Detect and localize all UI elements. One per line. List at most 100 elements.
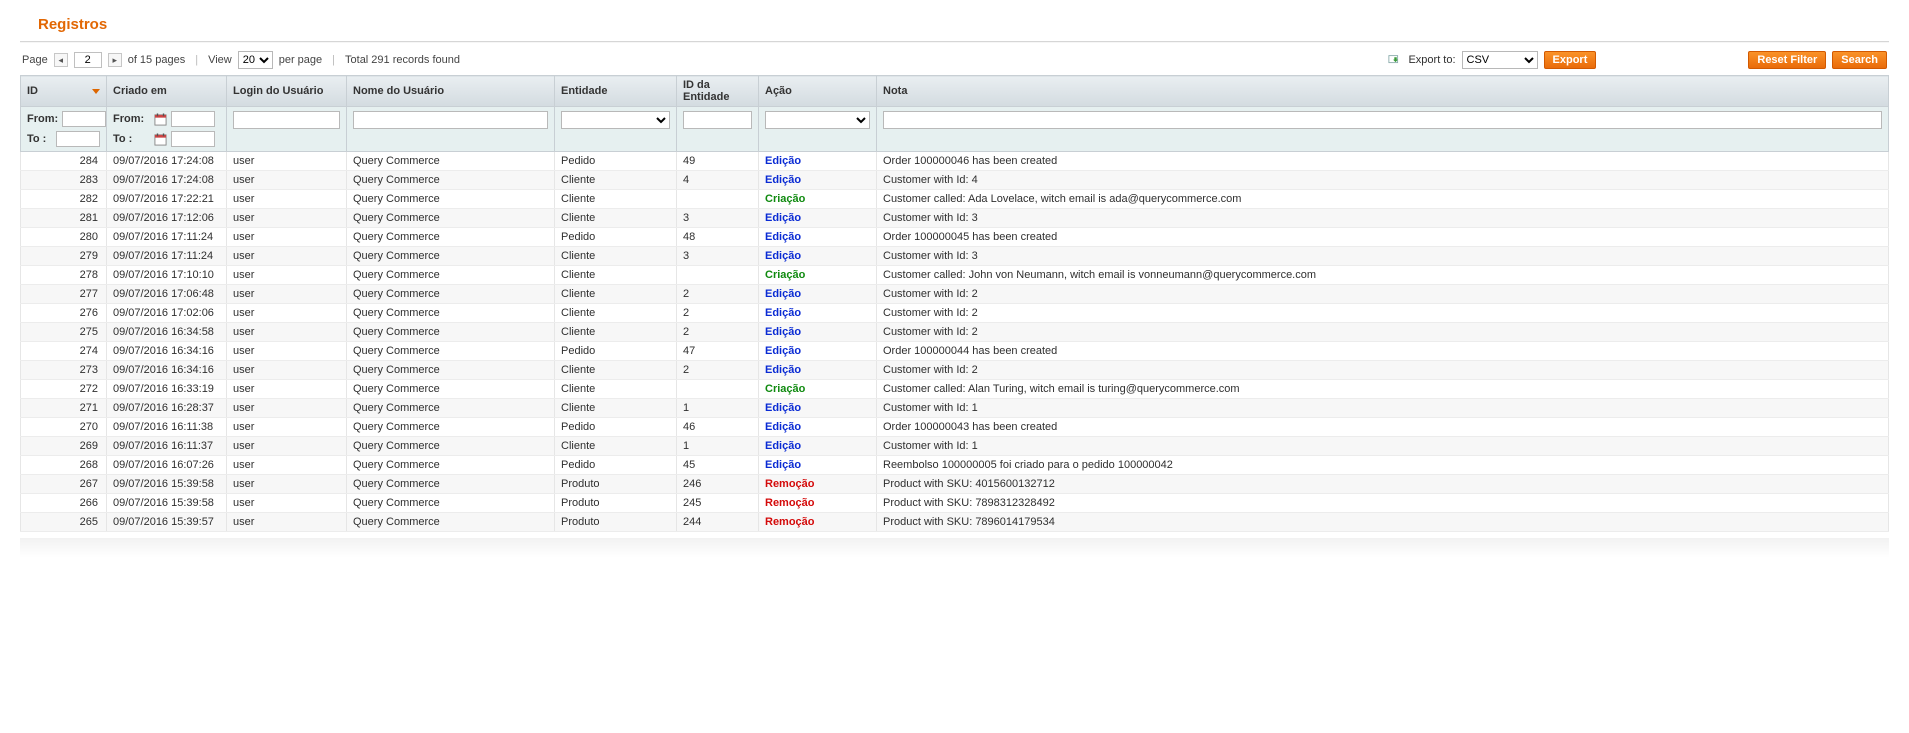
- cell-entity: Cliente: [555, 171, 677, 190]
- cell-id: 276: [21, 304, 107, 323]
- filter-entity-select[interactable]: [561, 111, 670, 129]
- cell-note: Product with SKU: 7898312328492: [877, 494, 1889, 513]
- col-header-id[interactable]: ID: [21, 76, 107, 107]
- cell-id: 268: [21, 456, 107, 475]
- reset-filter-button[interactable]: Reset Filter: [1748, 51, 1826, 69]
- filter-date-to-input[interactable]: [171, 131, 215, 147]
- page-next-button[interactable]: ▸: [108, 53, 122, 67]
- cell-name: Query Commerce: [347, 399, 555, 418]
- cell-id: 283: [21, 171, 107, 190]
- cell-entity: Cliente: [555, 247, 677, 266]
- table-row[interactable]: 26809/07/2016 16:07:26userQuery Commerce…: [21, 456, 1889, 475]
- separator: |: [191, 54, 202, 66]
- cell-note: Product with SKU: 7896014179534: [877, 513, 1889, 532]
- table-row[interactable]: 27709/07/2016 17:06:48userQuery Commerce…: [21, 285, 1889, 304]
- cell-created: 09/07/2016 17:10:10: [107, 266, 227, 285]
- sort-desc-icon: [92, 89, 100, 94]
- cell-login: user: [227, 247, 347, 266]
- table-row[interactable]: 28009/07/2016 17:11:24userQuery Commerce…: [21, 228, 1889, 247]
- per-page-label: per page: [279, 54, 322, 66]
- cell-note: Customer called: Alan Turing, witch emai…: [877, 380, 1889, 399]
- table-row[interactable]: 28309/07/2016 17:24:08userQuery Commerce…: [21, 171, 1889, 190]
- col-header-id-label: ID: [27, 85, 38, 97]
- cell-created: 09/07/2016 16:34:16: [107, 361, 227, 380]
- cell-name: Query Commerce: [347, 285, 555, 304]
- export-button[interactable]: Export: [1544, 51, 1597, 69]
- cell-entity-id: [677, 190, 759, 209]
- export-format-select[interactable]: CSV: [1462, 51, 1538, 69]
- calendar-icon[interactable]: [153, 112, 167, 126]
- cell-entity: Cliente: [555, 209, 677, 228]
- page-number-input[interactable]: [74, 52, 102, 68]
- table-row[interactable]: 27309/07/2016 16:34:16userQuery Commerce…: [21, 361, 1889, 380]
- table-row[interactable]: 28209/07/2016 17:22:21userQuery Commerce…: [21, 190, 1889, 209]
- cell-created: 09/07/2016 16:34:58: [107, 323, 227, 342]
- cell-id: 278: [21, 266, 107, 285]
- cell-name: Query Commerce: [347, 494, 555, 513]
- page-prev-button[interactable]: ◂: [54, 53, 68, 67]
- filter-date-from-input[interactable]: [171, 111, 215, 127]
- cell-name: Query Commerce: [347, 209, 555, 228]
- cell-login: user: [227, 342, 347, 361]
- cell-action: Edição: [759, 285, 877, 304]
- table-row[interactable]: 26509/07/2016 15:39:57userQuery Commerce…: [21, 513, 1889, 532]
- table-row[interactable]: 27609/07/2016 17:02:06userQuery Commerce…: [21, 304, 1889, 323]
- filter-id-to-input[interactable]: [56, 131, 100, 147]
- table-row[interactable]: 27809/07/2016 17:10:10userQuery Commerce…: [21, 266, 1889, 285]
- cell-created: 09/07/2016 15:39:58: [107, 475, 227, 494]
- table-row[interactable]: 28109/07/2016 17:12:06userQuery Commerce…: [21, 209, 1889, 228]
- cell-created: 09/07/2016 16:33:19: [107, 380, 227, 399]
- cell-entity-id: [677, 380, 759, 399]
- cell-entity: Pedido: [555, 456, 677, 475]
- cell-entity: Cliente: [555, 190, 677, 209]
- col-header-entity-id[interactable]: ID da Entidade: [677, 76, 759, 107]
- table-row[interactable]: 27409/07/2016 16:34:16userQuery Commerce…: [21, 342, 1889, 361]
- table-row[interactable]: 26609/07/2016 15:39:58userQuery Commerce…: [21, 494, 1889, 513]
- cell-login: user: [227, 475, 347, 494]
- col-header-entity[interactable]: Entidade: [555, 76, 677, 107]
- filter-id-from-input[interactable]: [62, 111, 106, 127]
- filter-note-input[interactable]: [883, 111, 1882, 129]
- search-button[interactable]: Search: [1832, 51, 1887, 69]
- cell-entity-id: 1: [677, 437, 759, 456]
- filter-name-input[interactable]: [353, 111, 548, 129]
- total-records-label: Total 291 records found: [345, 54, 460, 66]
- col-header-login[interactable]: Login do Usuário: [227, 76, 347, 107]
- col-header-name[interactable]: Nome do Usuário: [347, 76, 555, 107]
- cell-note: Order 100000043 has been created: [877, 418, 1889, 437]
- cell-login: user: [227, 399, 347, 418]
- col-header-created[interactable]: Criado em: [107, 76, 227, 107]
- cell-name: Query Commerce: [347, 342, 555, 361]
- filter-action-select[interactable]: [765, 111, 870, 129]
- table-row[interactable]: 27509/07/2016 16:34:58userQuery Commerce…: [21, 323, 1889, 342]
- table-row[interactable]: 27909/07/2016 17:11:24userQuery Commerce…: [21, 247, 1889, 266]
- cell-entity-id: 2: [677, 285, 759, 304]
- cell-login: user: [227, 361, 347, 380]
- filter-login-input[interactable]: [233, 111, 340, 129]
- cell-entity-id: 2: [677, 361, 759, 380]
- toolbar-left: Page ◂ ▸ of 15 pages | View 20 per page …: [22, 51, 460, 69]
- table-row[interactable]: 26909/07/2016 16:11:37userQuery Commerce…: [21, 437, 1889, 456]
- cell-action: Edição: [759, 171, 877, 190]
- table-row[interactable]: 27009/07/2016 16:11:38userQuery Commerce…: [21, 418, 1889, 437]
- col-header-action[interactable]: Ação: [759, 76, 877, 107]
- cell-note: Customer with Id: 2: [877, 361, 1889, 380]
- cell-id: 284: [21, 152, 107, 171]
- cell-entity: Pedido: [555, 152, 677, 171]
- table-row[interactable]: 27209/07/2016 16:33:19userQuery Commerce…: [21, 380, 1889, 399]
- table-row[interactable]: 27109/07/2016 16:28:37userQuery Commerce…: [21, 399, 1889, 418]
- filter-entity-id-input[interactable]: [683, 111, 752, 129]
- calendar-icon[interactable]: [153, 132, 167, 146]
- view-per-page-select[interactable]: 20: [238, 51, 273, 69]
- separator: |: [328, 54, 339, 66]
- table-row[interactable]: 26709/07/2016 15:39:58userQuery Commerce…: [21, 475, 1889, 494]
- table-row[interactable]: 28409/07/2016 17:24:08userQuery Commerce…: [21, 152, 1889, 171]
- cell-entity: Cliente: [555, 380, 677, 399]
- cell-login: user: [227, 456, 347, 475]
- cell-entity-id: 47: [677, 342, 759, 361]
- cell-action: Edição: [759, 209, 877, 228]
- cell-login: user: [227, 304, 347, 323]
- cell-id: 267: [21, 475, 107, 494]
- col-header-note[interactable]: Nota: [877, 76, 1889, 107]
- cell-login: user: [227, 513, 347, 532]
